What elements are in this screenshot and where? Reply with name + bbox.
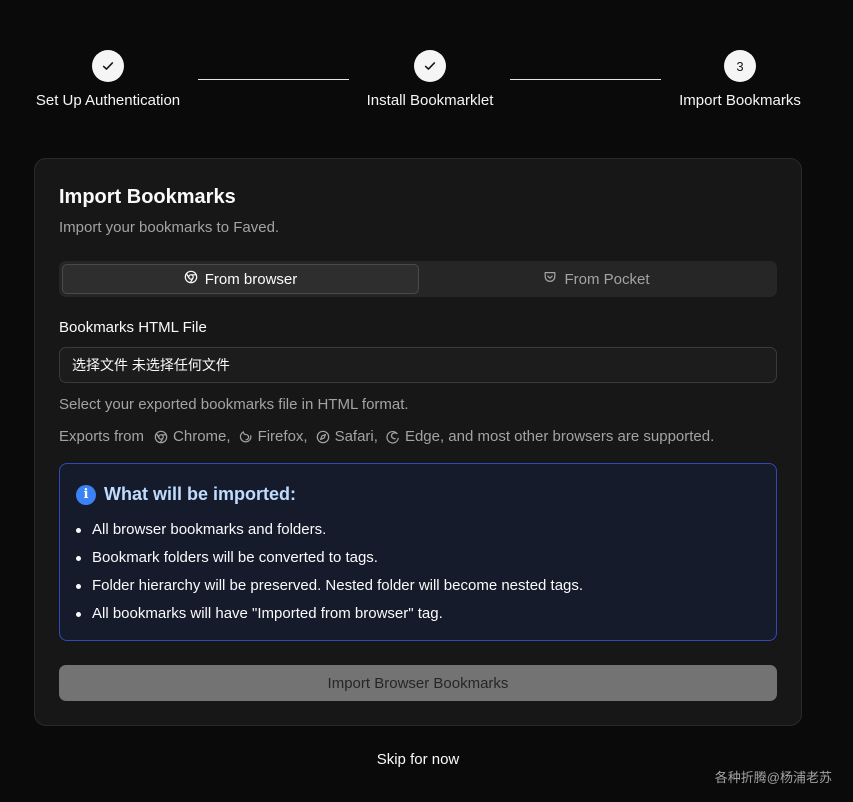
list-item: Bookmark folders will be converted to ta… <box>75 548 583 576</box>
file-field-label: Bookmarks HTML File <box>59 319 207 336</box>
step-3: 3 Import Bookmarks <box>640 50 840 109</box>
info-header: i What will be imported: <box>76 484 296 505</box>
tab-label: From Pocket <box>564 270 650 288</box>
import-info-box: i What will be imported: All browser boo… <box>59 463 777 641</box>
chrome-icon <box>154 430 168 443</box>
pocket-icon <box>543 270 557 288</box>
bookmarks-file-input[interactable]: 选择文件 未选择任何文件 <box>59 347 777 383</box>
list-item: All browser bookmarks and folders. <box>75 520 583 548</box>
browser-firefox: Firefox, <box>257 428 308 445</box>
tab-label: From browser <box>204 270 298 288</box>
import-card: Import Bookmarks Import your bookmarks t… <box>34 158 802 726</box>
browser-chrome: Chrome, <box>173 428 231 445</box>
exports-prefix: Exports from <box>59 428 145 445</box>
card-description: Import your bookmarks to Faved. <box>59 219 280 236</box>
firefox-icon <box>239 430 252 443</box>
exports-note: Exports from Chrome, Firefox, Safari, Ed… <box>59 428 714 445</box>
browser-edge: Edge, and most other browsers are suppor… <box>404 428 715 445</box>
info-icon: i <box>76 484 96 505</box>
list-item: Folder hierarchy will be preserved. Nest… <box>75 576 583 604</box>
browser-safari: Safari, <box>334 428 378 445</box>
step-2: Install Bookmarklet <box>330 50 530 109</box>
step-1: Set Up Authentication <box>8 50 208 109</box>
card-title: Import Bookmarks <box>59 186 236 208</box>
info-title: What will be imported: <box>104 484 296 504</box>
helper-text: Select your exported bookmarks file in H… <box>59 396 409 413</box>
tab-from-browser[interactable]: From browser <box>62 264 419 294</box>
safari-icon <box>316 430 329 443</box>
step-connector <box>198 79 349 80</box>
source-tabs: From browser From Pocket <box>59 261 777 297</box>
chrome-icon <box>184 270 198 288</box>
step-label: Install Bookmarklet <box>366 92 494 109</box>
tab-from-pocket[interactable]: From Pocket <box>419 264 774 294</box>
step-label: Set Up Authentication <box>35 92 181 109</box>
info-list: All browser bookmarks and folders. Bookm… <box>75 520 583 632</box>
skip-for-now-link[interactable]: Skip for now <box>0 751 836 768</box>
edge-icon <box>386 430 399 444</box>
stepper: Set Up Authentication Install Bookmarkle… <box>0 0 853 120</box>
check-icon <box>414 50 446 82</box>
step-number: 3 <box>724 50 756 82</box>
list-item: All bookmarks will have "Imported from b… <box>75 604 583 632</box>
check-icon <box>92 50 124 82</box>
step-label: Import Bookmarks <box>679 92 801 109</box>
watermark: 各种折腾@杨浦老苏 <box>714 770 832 785</box>
step-connector <box>510 79 661 80</box>
import-browser-bookmarks-button[interactable]: Import Browser Bookmarks <box>59 665 777 701</box>
